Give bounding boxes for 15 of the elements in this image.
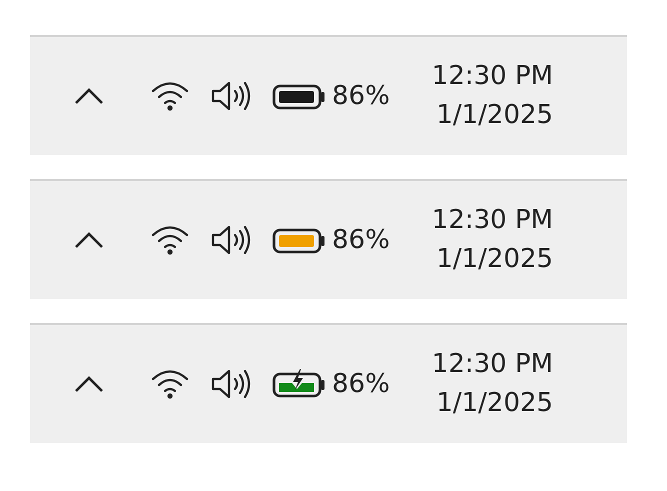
clock-time[interactable]: 12:30 PM	[432, 201, 554, 240]
battery-percent: 86%	[332, 225, 390, 255]
battery-percent: 86%	[332, 81, 390, 111]
clock-date[interactable]: 1/1/2025	[436, 384, 554, 423]
chevron-up-icon[interactable]	[74, 231, 104, 249]
wifi-icon[interactable]	[150, 80, 190, 112]
chevron-up-icon[interactable]	[74, 375, 104, 393]
clock-time[interactable]: 12:30 PM	[432, 345, 554, 384]
wifi-icon[interactable]	[150, 224, 190, 256]
clock-date[interactable]: 1/1/2025	[436, 96, 554, 135]
chevron-up-icon[interactable]	[74, 87, 104, 105]
clock-time[interactable]: 12:30 PM	[432, 57, 554, 96]
wifi-icon[interactable]	[150, 368, 190, 400]
clock-date[interactable]: 1/1/2025	[436, 240, 554, 279]
battery-percent: 86%	[332, 369, 390, 399]
